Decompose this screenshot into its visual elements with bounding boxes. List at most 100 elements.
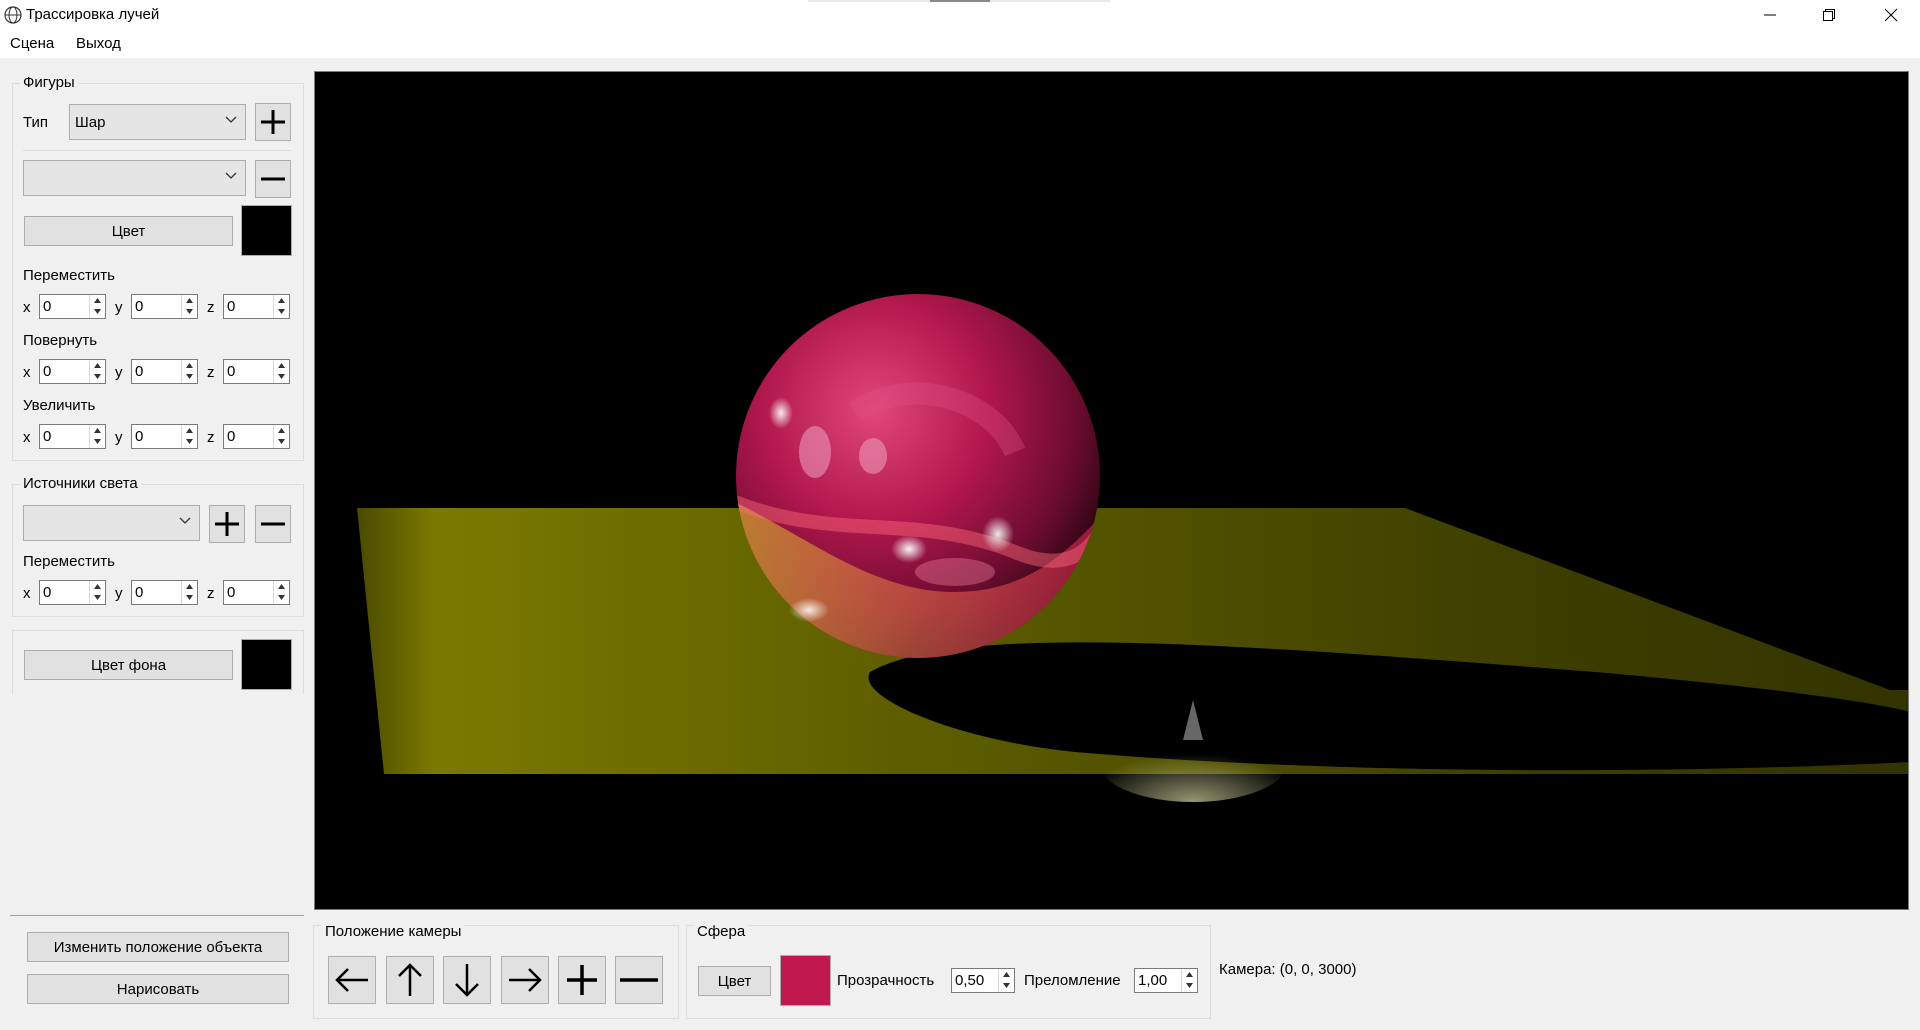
sphere-color-button-label: Цвет: [717, 972, 752, 990]
remove-light-button[interactable]: [255, 505, 291, 543]
render-viewport[interactable]: [314, 71, 1909, 910]
refraction-spin-buttons[interactable]: [1181, 969, 1197, 992]
move-axis-label: y: [115, 299, 123, 316]
spin-buttons[interactable]: [89, 360, 105, 383]
light-move-x-spinbox[interactable]: 0: [39, 580, 106, 605]
minimize-button[interactable]: [1741, 0, 1799, 30]
background-color-swatch[interactable]: [241, 639, 292, 690]
light-move-y-spinbox[interactable]: 0: [131, 580, 198, 605]
transparency-spin-buttons[interactable]: [998, 969, 1014, 992]
light-move-axis-label: z: [207, 585, 215, 602]
rotate-x-spinbox[interactable]: 0: [39, 359, 106, 384]
spin-buttons[interactable]: [89, 295, 105, 318]
title-bar: Трассировка лучей: [0, 0, 1920, 30]
spin-buttons[interactable]: [181, 360, 197, 383]
spin-buttons[interactable]: [181, 295, 197, 318]
remove-figure-button[interactable]: [255, 160, 291, 198]
spin-down-icon[interactable]: [182, 436, 197, 447]
scale-y-spinbox[interactable]: 0: [131, 424, 198, 449]
figure-select[interactable]: [23, 160, 246, 196]
spinbox-value: 0: [135, 428, 144, 445]
restore-button[interactable]: [1800, 0, 1858, 30]
spin-down-icon[interactable]: [1182, 980, 1197, 991]
spin-up-icon[interactable]: [274, 581, 289, 592]
rotate-z-spinbox[interactable]: 0: [223, 359, 290, 384]
spin-down-icon[interactable]: [274, 592, 289, 603]
window-title: Трассировка лучей: [26, 6, 160, 23]
spin-up-icon[interactable]: [90, 425, 105, 436]
rotate-axis-label: x: [23, 364, 31, 381]
spin-down-icon[interactable]: [90, 306, 105, 317]
spin-up-icon[interactable]: [90, 581, 105, 592]
spin-up-icon[interactable]: [182, 581, 197, 592]
camera-left-button[interactable]: [328, 956, 376, 1004]
camera-zoom-in-button[interactable]: [558, 956, 606, 1004]
spin-down-icon[interactable]: [274, 436, 289, 447]
spin-buttons[interactable]: [89, 425, 105, 448]
spin-buttons[interactable]: [273, 360, 289, 383]
spin-buttons[interactable]: [273, 425, 289, 448]
spin-down-icon[interactable]: [999, 980, 1014, 991]
spin-down-icon[interactable]: [182, 306, 197, 317]
add-light-button[interactable]: [209, 505, 245, 543]
spin-down-icon[interactable]: [182, 592, 197, 603]
close-button[interactable]: [1862, 0, 1920, 30]
spin-buttons[interactable]: [181, 425, 197, 448]
camera-right-button[interactable]: [501, 956, 549, 1004]
move-y-spinbox[interactable]: 0: [131, 294, 198, 319]
add-figure-button[interactable]: [255, 103, 291, 141]
spin-down-icon[interactable]: [90, 371, 105, 382]
spin-up-icon[interactable]: [90, 295, 105, 306]
scale-label: Увеличить: [23, 397, 96, 414]
background-color-button[interactable]: Цвет фона: [24, 650, 233, 680]
light-select[interactable]: [23, 505, 200, 541]
transparency-spinbox[interactable]: 0,50: [951, 968, 1015, 993]
spin-up-icon[interactable]: [999, 969, 1014, 980]
spin-down-icon[interactable]: [90, 592, 105, 603]
spin-up-icon[interactable]: [274, 425, 289, 436]
refraction-spinbox[interactable]: 1,00: [1134, 968, 1198, 993]
spin-down-icon[interactable]: [274, 371, 289, 382]
menu-scene[interactable]: Сцена: [10, 35, 54, 52]
figure-color-button[interactable]: Цвет: [24, 216, 233, 246]
spin-buttons[interactable]: [273, 581, 289, 604]
rotate-y-spinbox[interactable]: 0: [131, 359, 198, 384]
figures-group-title: Фигуры: [20, 74, 78, 91]
spin-buttons[interactable]: [89, 581, 105, 604]
spin-down-icon[interactable]: [274, 306, 289, 317]
camera-up-button[interactable]: [386, 956, 434, 1004]
move-x-spinbox[interactable]: 0: [39, 294, 106, 319]
spin-up-icon[interactable]: [274, 295, 289, 306]
camera-down-button[interactable]: [443, 956, 491, 1004]
spin-down-icon[interactable]: [182, 371, 197, 382]
type-select[interactable]: Шар: [69, 104, 246, 140]
spin-buttons[interactable]: [181, 581, 197, 604]
scale-axis-label: y: [115, 429, 123, 446]
rotate-label: Повернуть: [23, 332, 98, 349]
draw-button[interactable]: Нарисовать: [27, 974, 289, 1004]
spin-up-icon[interactable]: [90, 360, 105, 371]
figure-color-swatch[interactable]: [241, 205, 292, 256]
spinbox-value: 0: [43, 584, 52, 601]
spin-up-icon[interactable]: [182, 360, 197, 371]
spin-up-icon[interactable]: [182, 295, 197, 306]
menu-exit[interactable]: Выход: [76, 35, 121, 52]
spin-up-icon[interactable]: [182, 425, 197, 436]
change-position-button[interactable]: Изменить положение объекта: [27, 932, 289, 962]
camera-zoom-out-button[interactable]: [615, 956, 663, 1004]
light-move-z-spinbox[interactable]: 0: [223, 580, 290, 605]
move-z-spinbox[interactable]: 0: [223, 294, 290, 319]
scale-x-spinbox[interactable]: 0: [39, 424, 106, 449]
chevron-down-icon: [179, 517, 191, 524]
spin-down-icon[interactable]: [90, 436, 105, 447]
scale-z-spinbox[interactable]: 0: [223, 424, 290, 449]
restore-icon: [1823, 9, 1835, 21]
spin-up-icon[interactable]: [274, 360, 289, 371]
spin-buttons[interactable]: [273, 295, 289, 318]
spinbox-value: 0: [135, 363, 144, 380]
sphere-color-swatch[interactable]: [780, 955, 831, 1006]
transparency-label: Прозрачность: [837, 972, 935, 989]
spin-up-icon[interactable]: [1182, 969, 1197, 980]
sphere-color-button[interactable]: Цвет: [698, 966, 771, 996]
arrow-left-icon: [335, 968, 368, 992]
